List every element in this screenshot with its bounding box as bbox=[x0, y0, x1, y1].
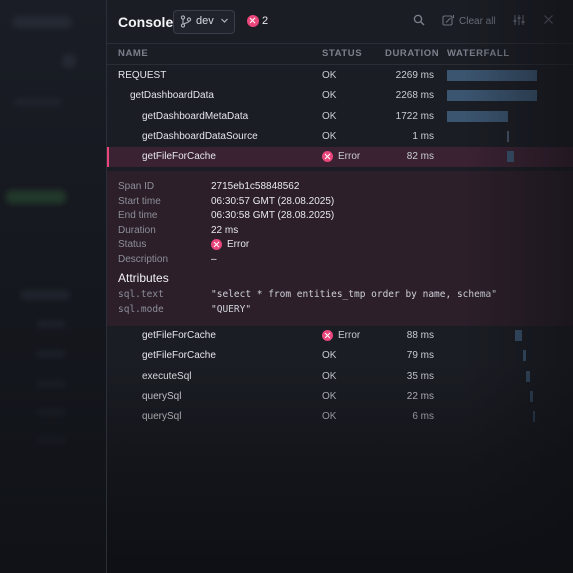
span-status: Error bbox=[322, 330, 360, 341]
close-icon[interactable] bbox=[543, 14, 554, 25]
waterfall-bar bbox=[447, 70, 537, 81]
error-icon bbox=[247, 15, 259, 27]
detail-value: 06:30:58 GMT (28.08.2025) bbox=[211, 210, 335, 222]
selected-row-marker bbox=[107, 147, 109, 168]
span-row[interactable]: getDashboardDataSource OK 1 ms bbox=[107, 127, 573, 147]
span-status: Error bbox=[322, 151, 361, 163]
span-status: OK bbox=[322, 350, 337, 362]
detail-key: Span ID bbox=[118, 181, 155, 192]
console-title: Console bbox=[118, 14, 174, 30]
error-icon bbox=[322, 330, 333, 341]
span-row[interactable]: getFileForCache Error 88 ms bbox=[107, 326, 573, 346]
span-name: getFileForCache bbox=[142, 330, 216, 341]
span-name: getDashboardMetaData bbox=[142, 110, 249, 122]
error-count: 2 bbox=[262, 15, 269, 27]
span-name: executeSql bbox=[142, 370, 192, 382]
column-header-status: STATUS bbox=[322, 48, 363, 59]
detail-key: Start time bbox=[118, 195, 161, 207]
toolbar-divider bbox=[107, 43, 573, 44]
attributes-title: Attributes bbox=[118, 271, 169, 285]
waterfall-bar bbox=[526, 370, 530, 382]
detail-key: Description bbox=[118, 254, 169, 265]
search-icon[interactable] bbox=[413, 14, 425, 26]
span-name: getDashboardDataSource bbox=[142, 130, 258, 142]
span-row[interactable]: querySql OK 22 ms bbox=[107, 387, 573, 407]
span-duration: 35 ms bbox=[406, 370, 434, 382]
waterfall-bar bbox=[533, 411, 536, 423]
console-toolbar: Console dev 2 Clear all bbox=[107, 0, 573, 44]
waterfall-bar bbox=[507, 151, 515, 163]
span-name: getFileForCache bbox=[142, 350, 216, 362]
detail-value: 06:30:57 GMT (28.08.2025) bbox=[211, 195, 335, 207]
error-icon bbox=[322, 151, 333, 163]
span-name: getDashboardData bbox=[130, 90, 214, 102]
span-status-text: Error bbox=[338, 330, 361, 341]
span-duration: 1 ms bbox=[412, 130, 434, 142]
column-header-name: NAME bbox=[118, 48, 149, 59]
span-row[interactable]: querySql OK 6 ms bbox=[107, 407, 573, 427]
span-row[interactable]: getDashboardData OK 2268 ms bbox=[107, 86, 573, 106]
waterfall-bar bbox=[529, 390, 534, 402]
span-status: OK bbox=[322, 90, 337, 102]
span-status: OK bbox=[322, 70, 337, 81]
span-duration: 6 ms bbox=[412, 411, 434, 423]
detail-value: 2715eb1c58848562 bbox=[211, 181, 300, 192]
span-status: OK bbox=[322, 130, 337, 142]
background-sidebar bbox=[0, 0, 106, 573]
detail-value: – bbox=[211, 254, 217, 265]
span-status: OK bbox=[322, 370, 337, 382]
span-duration: 88 ms bbox=[406, 330, 434, 341]
span-status: OK bbox=[322, 110, 337, 122]
attribute-value: "select * from entities_tmp order by nam… bbox=[211, 289, 497, 300]
span-duration: 22 ms bbox=[406, 390, 434, 402]
column-header-duration: DURATION bbox=[385, 48, 440, 59]
span-row[interactable]: getDashboardMetaData OK 1722 ms bbox=[107, 107, 573, 127]
branch-label: dev bbox=[196, 15, 214, 27]
span-status-text: Error bbox=[338, 151, 361, 163]
git-branch-icon bbox=[180, 15, 192, 28]
waterfall-bar bbox=[447, 110, 509, 122]
detail-value: 22 ms bbox=[211, 224, 239, 236]
clear-all-icon[interactable] bbox=[442, 14, 455, 27]
settings-sliders-icon[interactable] bbox=[513, 14, 525, 26]
waterfall-bar bbox=[522, 350, 527, 362]
branch-selector[interactable]: dev bbox=[173, 10, 235, 34]
detail-status-text: Error bbox=[227, 239, 250, 251]
waterfall-bar bbox=[514, 330, 522, 341]
detail-key: Duration bbox=[118, 224, 156, 236]
span-row[interactable]: getFileForCache OK 79 ms bbox=[107, 346, 573, 366]
chevron-down-icon bbox=[221, 18, 228, 23]
span-status: OK bbox=[322, 411, 337, 423]
span-row[interactable]: REQUEST OK 2269 ms bbox=[107, 66, 573, 86]
span-name: querySql bbox=[142, 411, 182, 423]
console-panel: Console dev 2 Clear all NAME STATUS DURA… bbox=[106, 0, 573, 573]
span-row[interactable]: getFileForCache Error 82 ms bbox=[107, 147, 573, 168]
header-divider bbox=[107, 64, 573, 65]
clear-all-button[interactable]: Clear all bbox=[459, 16, 496, 27]
span-duration: 2269 ms bbox=[395, 70, 434, 81]
detail-key: End time bbox=[118, 210, 158, 222]
span-duration: 82 ms bbox=[406, 151, 434, 163]
error-icon bbox=[211, 239, 222, 251]
span-status: OK bbox=[322, 390, 337, 402]
detail-value: Error bbox=[211, 239, 250, 251]
span-duration: 79 ms bbox=[406, 350, 434, 362]
span-name: REQUEST bbox=[118, 70, 167, 81]
waterfall-bar bbox=[507, 130, 510, 142]
waterfall-bar bbox=[447, 90, 537, 102]
span-duration: 2268 ms bbox=[395, 90, 434, 102]
attribute-key: sql.text bbox=[118, 289, 164, 300]
span-row[interactable]: executeSql OK 35 ms bbox=[107, 367, 573, 387]
span-detail-panel: Span ID 2715eb1c58848562 Start time 06:30:5… bbox=[107, 171, 573, 326]
column-header-waterfall: WATERFALL bbox=[447, 48, 510, 59]
detail-key: Status bbox=[118, 239, 147, 251]
attribute-key: sql.mode bbox=[118, 303, 164, 315]
span-name: querySql bbox=[142, 390, 182, 402]
attribute-value: "QUERY" bbox=[211, 303, 252, 315]
span-name: getFileForCache bbox=[142, 151, 216, 163]
span-duration: 1722 ms bbox=[395, 110, 434, 122]
